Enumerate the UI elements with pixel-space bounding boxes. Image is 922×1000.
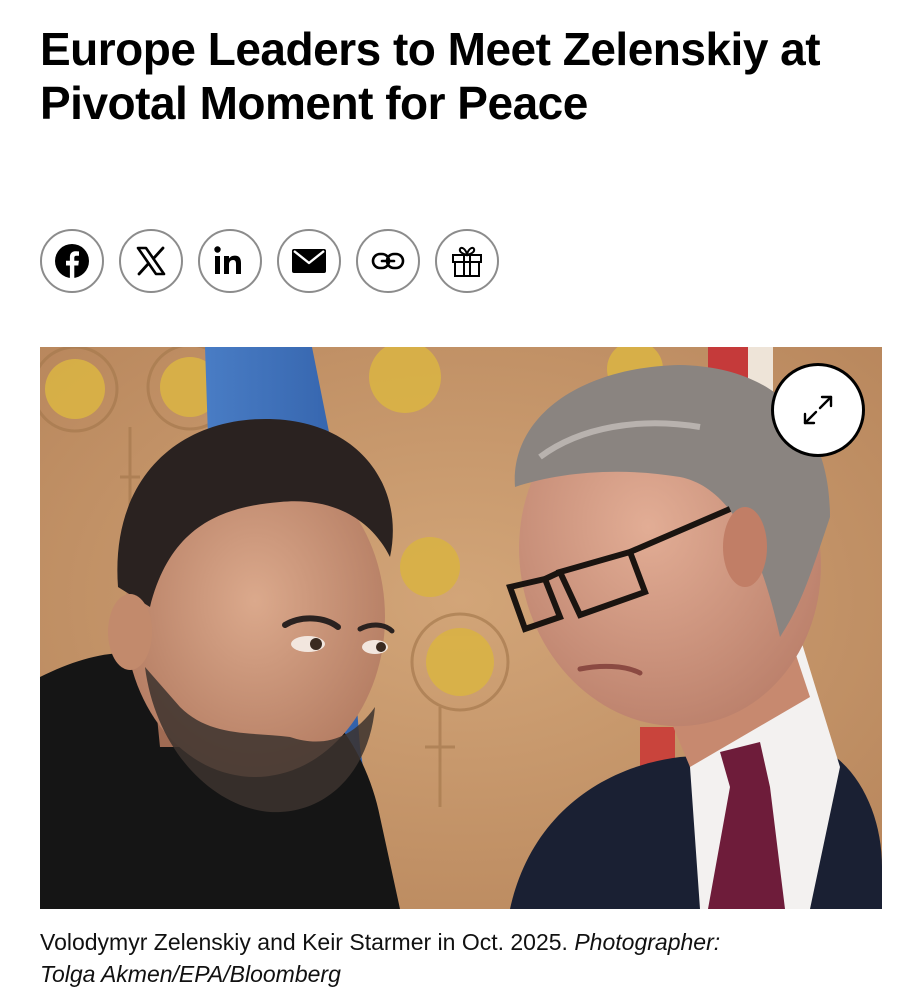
email-icon xyxy=(292,249,326,273)
photo-image xyxy=(40,347,882,909)
share-copy-link-button[interactable] xyxy=(356,229,420,293)
expand-image-button[interactable] xyxy=(771,363,865,457)
x-icon xyxy=(136,246,166,276)
article-photo xyxy=(40,347,882,909)
photo-caption: Volodymyr Zelenskiy and Keir Starmer in … xyxy=(40,926,882,990)
link-icon xyxy=(371,252,405,270)
gift-article-button[interactable] xyxy=(435,229,499,293)
photographer-credit: Tolga Akmen/EPA/Bloomberg xyxy=(40,961,341,987)
share-facebook-button[interactable] xyxy=(40,229,104,293)
share-email-button[interactable] xyxy=(277,229,341,293)
facebook-icon xyxy=(55,244,89,278)
share-bar xyxy=(40,229,499,293)
photographer-label: Photographer: xyxy=(574,929,721,955)
share-linkedin-button[interactable] xyxy=(198,229,262,293)
linkedin-icon xyxy=(214,246,241,274)
caption-text: Volodymyr Zelenskiy and Keir Starmer in … xyxy=(40,929,568,955)
article-headline: Europe Leaders to Meet Zelenskiy at Pivo… xyxy=(40,23,821,129)
share-x-button[interactable] xyxy=(119,229,183,293)
expand-arrows-icon xyxy=(803,395,833,425)
gift-icon xyxy=(452,246,482,277)
